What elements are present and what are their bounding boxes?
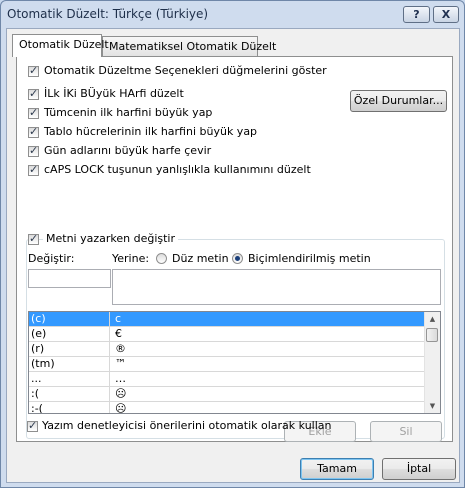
replace-input[interactable] [28, 269, 111, 288]
replacement-list[interactable]: (c) c (e) € (r) ® (tm) ™ ... …:(☹:-(… [28, 311, 441, 414]
spellcheck-label[interactable]: Yazım denetleyicisi önerilerini otomatik… [42, 419, 332, 432]
title-bar[interactable]: Otomatik Düzelt: Türkçe (Türkiye) ? X [1, 1, 464, 27]
show-buttons-label[interactable]: Otomatik Düzeltme Seçenekleri düğmelerin… [44, 64, 327, 77]
day-names-label[interactable]: Gün adlarını büyük harfe çevir [44, 144, 211, 157]
row-to: ® [115, 342, 126, 355]
tab-math-autocorrect[interactable]: Matematiksel Otomatik Düzelt [102, 36, 276, 56]
row-from: :( [31, 387, 110, 401]
plain-text-radio[interactable] [156, 253, 167, 264]
ok-button[interactable]: Tamam [300, 458, 374, 480]
show-buttons-checkbox[interactable] [28, 64, 39, 77]
row-to: ☹ [115, 387, 127, 400]
table-row[interactable]: :-( ☹ [29, 402, 425, 414]
caps-lock-checkbox[interactable] [28, 163, 39, 176]
window-title: Otomatik Düzelt: Türkçe (Türkiye) [7, 7, 209, 21]
day-names-checkbox[interactable] [28, 144, 39, 157]
table-row[interactable]: ... … [29, 372, 425, 387]
table-row[interactable]: (c) c [29, 312, 425, 327]
replace-typing-label[interactable]: Metni yazarken değiştir [43, 232, 179, 245]
list-scrollbar[interactable]: ▲ ▼ [424, 312, 440, 413]
with-label: Yerine: [112, 252, 150, 265]
autocorrect-panel: Otomatik Düzeltme Seçenekleri düğmelerin… [16, 56, 453, 442]
caps-lock-label[interactable]: cAPS LOCK tuşunun yanlışlıkla kullanımın… [44, 163, 311, 176]
table-caps-checkbox[interactable] [28, 125, 39, 138]
table-row[interactable]: (tm) ™ [29, 357, 425, 372]
two-caps-label[interactable]: İLk İKi BÜyük HArfi düzelt [44, 87, 184, 100]
replace-typing-checkbox[interactable] [28, 232, 39, 245]
tab-autocorrect[interactable]: Otomatik Düzelt [12, 34, 109, 57]
close-button[interactable]: X [433, 6, 459, 23]
row-from: (tm) [31, 357, 110, 371]
table-row[interactable]: (e) € [29, 327, 425, 342]
row-from: :-( [31, 402, 110, 413]
sentence-caps-label[interactable]: Tümcenin ilk harfini büyük yap [44, 106, 212, 119]
formatted-text-label[interactable]: Biçimlendirilmiş metin [248, 252, 371, 265]
row-from: (r) [31, 342, 110, 356]
table-caps-label[interactable]: Tablo hücrelerinin ilk harfini büyük yap [44, 125, 257, 138]
plain-text-label[interactable]: Düz metin [172, 252, 229, 265]
row-to: ☹ [115, 402, 127, 414]
with-input[interactable] [112, 269, 441, 305]
row-to: ™ [115, 357, 126, 370]
two-caps-checkbox[interactable] [28, 87, 39, 100]
formatted-text-radio[interactable] [232, 253, 243, 264]
row-to: c [115, 312, 122, 325]
autocorrect-dialog: Otomatik Düzelt: Türkçe (Türkiye) ? X Ot… [0, 0, 465, 488]
row-from: (e) [31, 327, 110, 341]
table-row[interactable]: :( ☹ [29, 387, 425, 402]
exceptions-button[interactable]: Özel Durumlar... [350, 90, 447, 112]
delete-button[interactable]: Sil [370, 421, 442, 442]
row-from: ... [31, 372, 110, 386]
scroll-up-arrow-icon[interactable]: ▲ [427, 314, 438, 324]
row-to: … [115, 372, 126, 385]
scroll-down-arrow-icon[interactable]: ▼ [427, 401, 438, 411]
cancel-button[interactable]: İptal [382, 458, 456, 480]
replace-label: Değiştir: [28, 252, 75, 265]
spellcheck-checkbox[interactable] [27, 419, 38, 432]
dialog-body: Otomatik Düzelt Matematiksel Otomatik Dü… [6, 28, 460, 483]
sentence-caps-checkbox[interactable] [28, 106, 39, 119]
scroll-thumb[interactable] [426, 328, 438, 342]
row-from: (c) [31, 312, 110, 326]
table-row[interactable]: (r) ® [29, 342, 425, 357]
help-button[interactable]: ? [403, 6, 430, 23]
row-to: € [115, 327, 122, 340]
